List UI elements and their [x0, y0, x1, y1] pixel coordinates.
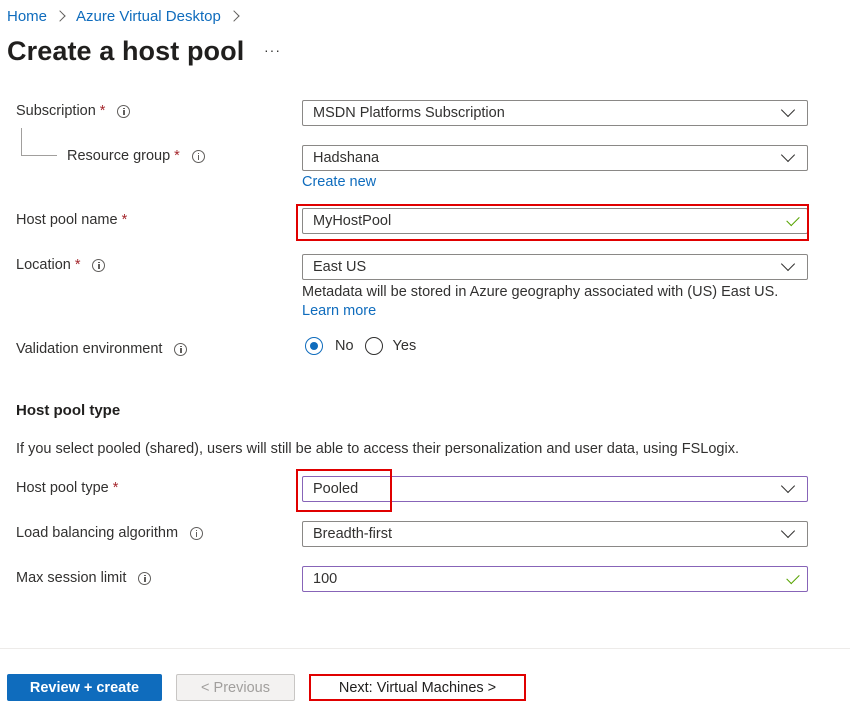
validation-environment-label-text: Validation environment [16, 341, 163, 357]
info-icon[interactable] [117, 104, 131, 118]
required-asterisk: * [121, 212, 128, 228]
review-create-button[interactable]: Review + create [7, 674, 162, 701]
learn-more-link[interactable]: Learn more [302, 303, 376, 319]
subscription-value: MSDN Platforms Subscription [313, 105, 505, 121]
validation-environment-label: Validation environment [16, 341, 188, 357]
load-balancing-dropdown[interactable]: Breadth-first [302, 521, 808, 547]
max-session-limit-label-text: Max session limit [16, 570, 127, 586]
valid-check-icon [786, 570, 800, 584]
location-help-text-body: Metadata will be stored in Azure geograp… [302, 284, 779, 300]
more-options-icon[interactable]: ··· [264, 42, 281, 58]
subscription-label: Subscription * [16, 103, 131, 119]
breadcrumb-home-link[interactable]: Home [7, 8, 47, 25]
chevron-down-icon [780, 102, 796, 118]
location-dropdown[interactable]: East US [302, 254, 808, 280]
resource-group-value: Hadshana [313, 150, 380, 166]
chevron-right-icon [228, 10, 240, 22]
required-asterisk: * [74, 257, 81, 273]
info-icon[interactable] [138, 571, 152, 585]
required-asterisk: * [99, 103, 106, 119]
chevron-down-icon [780, 256, 796, 272]
location-value: East US [313, 259, 367, 275]
radio-no[interactable] [305, 337, 323, 355]
footer-divider [0, 648, 850, 649]
create-new-resource-group-link[interactable]: Create new [302, 174, 376, 190]
host-pool-type-description: If you select pooled (shared), users wil… [16, 441, 739, 457]
resource-group-label: Resource group * [67, 148, 205, 164]
resource-group-dropdown[interactable]: Hadshana [302, 145, 808, 171]
chevron-down-icon [780, 523, 796, 539]
host-pool-type-section-heading: Host pool type [16, 402, 121, 419]
next-virtual-machines-button[interactable]: Next: Virtual Machines > [309, 674, 526, 701]
max-session-limit-label: Max session limit [16, 570, 152, 586]
info-icon[interactable] [92, 258, 106, 272]
chevron-down-icon [780, 147, 796, 163]
radio-yes-label[interactable]: Yes [393, 338, 417, 354]
previous-button[interactable]: < Previous [176, 674, 295, 701]
highlight-box-host-pool-name [296, 204, 809, 241]
radio-no-label[interactable]: No [335, 338, 354, 354]
load-balancing-label-text: Load balancing algorithm [16, 525, 179, 541]
max-session-limit-input[interactable]: 100 [302, 566, 808, 592]
breadcrumb: Home Azure Virtual Desktop [7, 6, 250, 26]
tree-connector-vertical [21, 128, 22, 155]
page-title: Create a host pool [7, 36, 245, 66]
highlight-box-host-pool-type [296, 469, 392, 512]
info-icon[interactable] [191, 149, 205, 163]
max-session-limit-value: 100 [313, 571, 338, 587]
chevron-down-icon [780, 478, 796, 494]
info-icon[interactable] [190, 526, 204, 540]
subscription-dropdown[interactable]: MSDN Platforms Subscription [302, 100, 808, 126]
host-pool-type-label-text: Host pool type [16, 480, 109, 496]
breadcrumb-azure-virtual-desktop-link[interactable]: Azure Virtual Desktop [76, 8, 221, 25]
subscription-label-text: Subscription [16, 103, 96, 119]
location-label: Location * [16, 257, 106, 273]
host-pool-name-label-text: Host pool name [16, 212, 118, 228]
info-icon[interactable] [174, 342, 188, 356]
location-label-text: Location [16, 257, 71, 273]
validation-environment-radio-group: No Yes [305, 337, 416, 355]
required-asterisk: * [112, 480, 119, 496]
host-pool-type-label: Host pool type * [16, 480, 118, 496]
tree-connector-horizontal [21, 155, 57, 156]
resource-group-label-text: Resource group [67, 148, 171, 164]
chevron-right-icon [54, 10, 66, 22]
load-balancing-label: Load balancing algorithm [16, 525, 204, 541]
required-asterisk: * [174, 148, 180, 164]
location-help-text: Metadata will be stored in Azure geograp… [302, 283, 782, 321]
host-pool-name-label: Host pool name * [16, 212, 127, 228]
load-balancing-value: Breadth-first [313, 526, 392, 542]
radio-yes[interactable] [364, 337, 383, 355]
